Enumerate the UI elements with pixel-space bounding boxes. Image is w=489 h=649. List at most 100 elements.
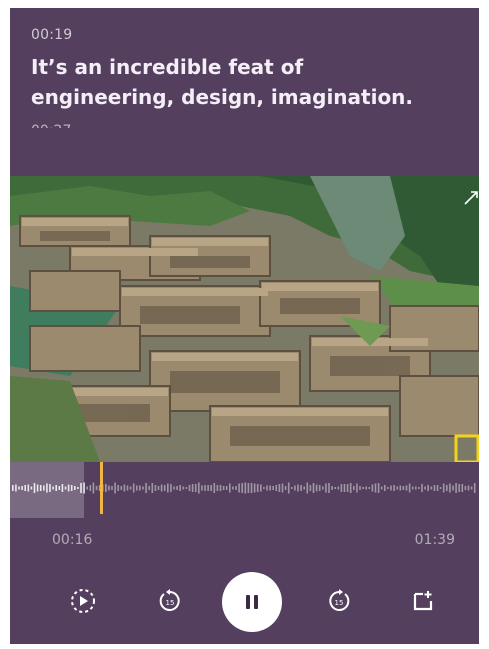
waveform-bar (309, 485, 312, 491)
time-row: 00:16 01:39 (52, 532, 455, 554)
playhead-marker[interactable] (100, 462, 103, 514)
waveform-bar (210, 485, 212, 491)
waveform-bar (163, 485, 166, 491)
waveform-bar (207, 485, 209, 491)
waveform-bar (411, 486, 414, 490)
playback-speed-button[interactable] (68, 586, 98, 616)
forward-button[interactable]: 15 (324, 586, 354, 616)
waveform-bar (191, 484, 194, 492)
next-transcript-timestamp[interactable]: 00:27 (31, 122, 463, 128)
waveform-bar (263, 487, 265, 489)
waveform-bar (446, 485, 448, 491)
waveform-bar (430, 486, 433, 490)
video-frame[interactable] (10, 176, 479, 462)
forward-15-icon: 15 (329, 589, 350, 611)
waveform-bar (194, 484, 197, 492)
waveform-bar (464, 486, 467, 490)
waveform-bar (269, 485, 271, 491)
waveform-bar (281, 483, 284, 493)
waveform-bar (368, 487, 371, 489)
svg-text:15: 15 (166, 599, 175, 607)
waveform-bar (427, 485, 429, 491)
transcript-timestamp[interactable]: 00:19 (31, 26, 463, 44)
expand-icon[interactable] (463, 190, 479, 206)
waveform-bar (287, 482, 290, 494)
waveform-bar (356, 483, 358, 493)
waveform-bar (343, 484, 346, 492)
waveform-bar (136, 485, 138, 491)
pause-button[interactable] (222, 572, 282, 632)
waveform-bar (132, 483, 135, 493)
waveform-bar (473, 483, 476, 493)
waveform-scrubber[interactable] (10, 462, 479, 518)
waveform-bar (126, 485, 129, 491)
waveform-bar (365, 486, 367, 490)
waveform-bar (331, 486, 333, 490)
rewind-button[interactable]: 15 (155, 586, 185, 616)
clip-share-button[interactable] (408, 586, 438, 616)
waveform-bar (402, 486, 405, 490)
waveform-bar (238, 483, 240, 493)
waveform-played-region (10, 462, 84, 518)
waveform-bar (229, 483, 231, 493)
waveform-bar (145, 483, 147, 493)
waveform-bar (151, 483, 154, 493)
pause-icon (246, 595, 258, 609)
waveform-bar (340, 484, 343, 492)
waveform-bar (325, 483, 327, 493)
waveform-bar (188, 485, 191, 491)
waveform-bar (303, 486, 305, 490)
playback-speed-icon (71, 589, 95, 613)
waveform-bar (278, 484, 281, 492)
waveform-bar (154, 485, 157, 491)
waveform-bar (300, 485, 302, 491)
waveform-bar (250, 483, 253, 493)
waveform-bar (198, 482, 200, 494)
waveform-bar (467, 485, 470, 491)
waveform-bar (148, 486, 150, 490)
waveform-bar (204, 485, 206, 491)
waveform-bar (418, 487, 420, 489)
waveform-bar (247, 483, 250, 493)
svg-text:15: 15 (335, 599, 344, 607)
waveform-bar (284, 486, 287, 490)
waveform-bar (408, 483, 411, 493)
waveform-bar (201, 485, 203, 491)
waveform-bar (176, 486, 178, 490)
waveform-bar (424, 486, 426, 490)
waveform-bar (185, 487, 188, 489)
waveform-bar (129, 486, 132, 490)
waveform-bar (433, 485, 436, 491)
waveform-bar (108, 485, 110, 491)
waveform-bar (142, 486, 144, 490)
waveform-bar (374, 483, 377, 493)
transcript[interactable]: 00:19 It’s an incredible feat of enginee… (31, 26, 463, 156)
waveform-bar (117, 485, 119, 491)
waveform-bar (421, 484, 423, 492)
waveform-bar (216, 485, 219, 491)
waveform-bar (266, 485, 268, 491)
waveform-bar (120, 486, 123, 490)
duration: 01:39 (414, 532, 455, 548)
waveform-bar (111, 486, 113, 490)
waveform-bar (219, 485, 222, 491)
waveform-bar (315, 484, 318, 492)
waveform-bar (415, 486, 417, 490)
waveform-bar (275, 485, 278, 491)
waveform-bar (139, 485, 141, 491)
waveform-bar (461, 484, 464, 492)
waveform-bar (95, 486, 98, 490)
waveform-bar (346, 484, 349, 492)
ruins-image (10, 176, 479, 462)
waveform-bar (449, 483, 451, 493)
waveform-bar (458, 484, 460, 492)
waveform-bar (182, 486, 185, 490)
waveform-bar (244, 482, 247, 494)
waveform-bar (253, 483, 256, 493)
audio-player-panel: 00:19 It’s an incredible feat of enginee… (10, 8, 479, 644)
transcript-text: It’s an incredible feat of engineering, … (31, 55, 414, 109)
waveform-bar (167, 483, 169, 493)
waveform-bar (160, 484, 163, 492)
waveform-bar (396, 486, 398, 490)
waveform-bar (405, 485, 408, 491)
